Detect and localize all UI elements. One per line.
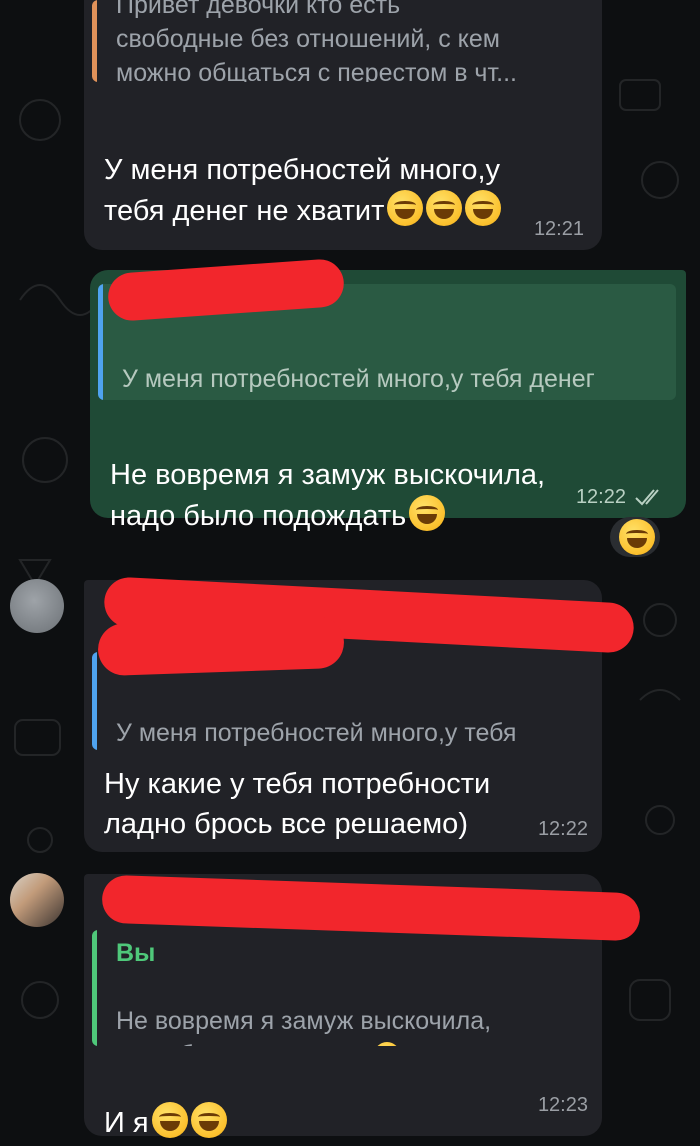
quote-text: У меня потребностей много,у тебя денег н… [116, 682, 516, 750]
rolling-laughing-emoji-icon [151, 1102, 188, 1138]
reply-quote[interactable]: Привет девочки кто есть свободные без от… [92, 0, 590, 82]
quote-accent-bar [98, 284, 103, 400]
message-bubble-incoming[interactable]: У меня потребностей много,у тебя денег н… [84, 576, 635, 852]
reply-quote[interactable]: Вы Не вовремя я замуж выскочила, надо бы… [92, 930, 590, 1046]
quote-text-content: У меня потребностей много,у тебя денег н… [116, 719, 517, 747]
message-text-content: Не вовремя я замуж выскочила, надо было … [110, 459, 546, 532]
quote-text: У меня потребностей много,у тебя денег н… [122, 328, 595, 400]
message-bubble-incoming[interactable]: Привет девочки кто есть свободные без от… [84, 0, 602, 250]
tears-of-joy-emoji-icon [409, 495, 446, 531]
tears-of-joy-emoji-icon [374, 1042, 401, 1046]
quote-accent-bar [92, 930, 97, 1046]
message-time: 12:21 [533, 218, 584, 240]
quote-text-content: У меня потребностей много,у тебя денег н… [122, 365, 595, 400]
quote-text: Не вовремя я замуж выскочила, надо было … [116, 970, 491, 1046]
message-time: 12:22 [537, 818, 588, 840]
message-text: Ну какие у тебя потребности ладно брось … [104, 768, 491, 840]
laughing-emoji-icon [384, 190, 502, 227]
quote-text-content: Не вовремя я замуж выскочила, надо было … [116, 1007, 492, 1046]
avatar[interactable] [10, 873, 64, 927]
quote-text: Привет девочки кто есть свободные без от… [116, 0, 517, 82]
quote-accent-bar [92, 652, 97, 750]
laughing-emoji-icon [232, 399, 319, 400]
quote-author: Вы [116, 939, 156, 967]
message-text: И я [104, 1062, 227, 1143]
message-bubble-incoming[interactable]: Вы Не вовремя я замуж выскочила, надо бы… [84, 874, 641, 1139]
message-reaction[interactable] [610, 517, 660, 557]
tears-of-joy-emoji-icon [618, 519, 655, 555]
hand-over-mouth-emoji-icon [190, 1102, 227, 1138]
avatar[interactable] [10, 579, 64, 633]
message-bubble-outgoing[interactable]: У меня потребностей много,у тебя денег н… [90, 257, 686, 532]
reply-quote[interactable]: У меня потребностей много,у тебя денег н… [92, 652, 590, 750]
message-time: 12:22 [575, 486, 626, 508]
message-text: У меня потребностей много,у тебя денег н… [104, 110, 502, 231]
quote-accent-bar [92, 0, 97, 82]
message-time: 12:23 [537, 1094, 588, 1116]
message-text: Не вовремя я замуж выскочила, надо было … [110, 415, 545, 536]
message-text-content: И я [104, 1107, 149, 1139]
read-double-check-icon [635, 489, 659, 506]
